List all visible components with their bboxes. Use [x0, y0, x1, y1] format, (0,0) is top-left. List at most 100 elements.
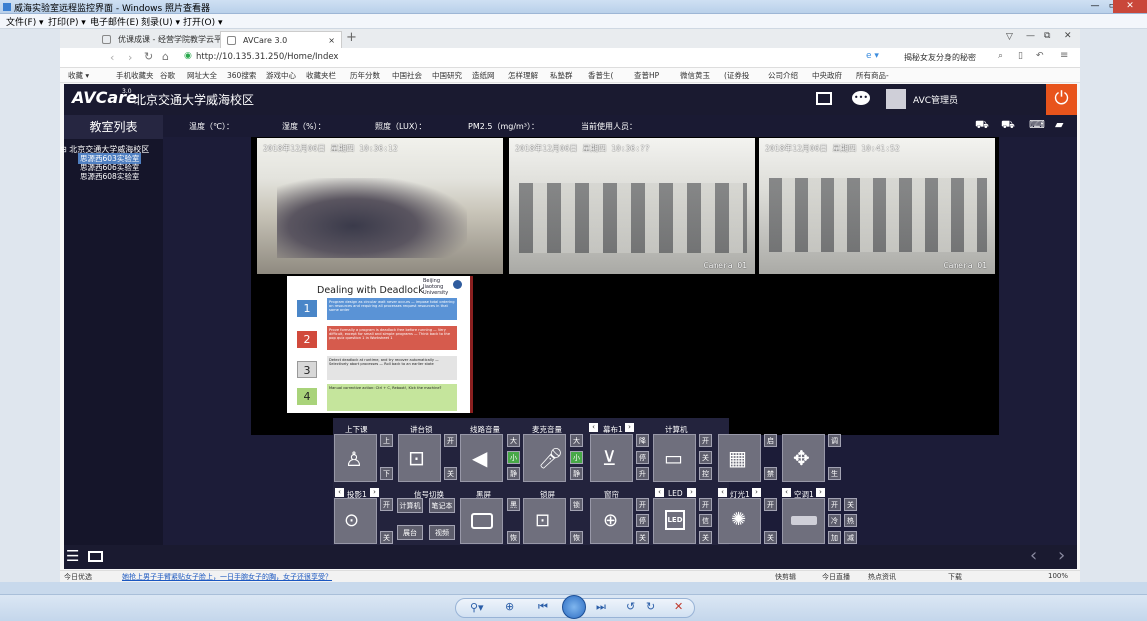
back-icon[interactable]: ‹	[110, 51, 114, 64]
curtain-open-button[interactable]: 开	[636, 498, 649, 511]
projector-off-button[interactable]: 关	[380, 531, 393, 544]
disable-button[interactable]: 禁	[764, 467, 777, 480]
bookmark[interactable]: 造纸网	[472, 70, 495, 81]
ac-heat-button[interactable]: 热	[844, 514, 857, 527]
line-volume-tile[interactable]: ◀	[460, 434, 503, 482]
search-box[interactable]: 揭秘女友分身的秘密	[900, 51, 1010, 65]
projector-icon[interactable]: ▰	[1055, 118, 1063, 131]
forward-icon[interactable]: ›	[128, 51, 132, 64]
menu-icon[interactable]: ≡	[1060, 50, 1068, 61]
access-control-tile[interactable]: ▦	[718, 434, 761, 482]
status-hot-news[interactable]: 热点资讯	[868, 572, 896, 582]
prev-projector-arrow[interactable]: ‹	[335, 488, 344, 497]
menu-icon[interactable]: ☰	[66, 547, 79, 565]
line-volume-down-button[interactable]: 小	[507, 451, 520, 464]
class-end-button[interactable]: 下	[380, 467, 393, 480]
bookmark[interactable]: 网址大全	[187, 70, 217, 81]
tree-room-608[interactable]: 思源西608实验室	[78, 171, 141, 182]
line-mute-button[interactable]: 静	[507, 467, 520, 480]
bookmark[interactable]: 谷歌	[160, 70, 175, 81]
menu-file[interactable]: 文件(F) ▾	[6, 15, 44, 28]
window-restore-icon[interactable]: ⧉	[1044, 31, 1050, 41]
camera-switch-icon[interactable]: ⛟	[975, 118, 989, 133]
light-tile[interactable]: ✺	[718, 498, 761, 544]
fullscreen-icon[interactable]	[816, 92, 832, 105]
bookmark[interactable]: 公司介绍	[768, 70, 798, 81]
led-on-button[interactable]: 开	[699, 498, 712, 511]
mic-mute-button[interactable]: 静	[570, 467, 583, 480]
ptz-tile[interactable]: ✥	[782, 434, 825, 482]
bookmark[interactable]: 收藏夹栏	[306, 70, 336, 81]
tab-youke[interactable]: 优课成课 - 经营学院教学云平台	[96, 31, 230, 48]
bookmark[interactable]: 香普生(	[588, 70, 613, 81]
close-tab-icon[interactable]: ×	[328, 32, 335, 49]
air-conditioner-tile[interactable]	[782, 498, 825, 544]
curtain-close-button[interactable]: 关	[636, 531, 649, 544]
ac-off-button[interactable]: 关	[844, 498, 857, 511]
menu-email[interactable]: 电子邮件(E)	[90, 15, 139, 28]
black-screen-button[interactable]: 黑	[507, 498, 520, 511]
screen-tile[interactable]: ⊻	[590, 434, 633, 482]
screen-stop-button[interactable]: 停	[636, 451, 649, 464]
rotate-ccw-icon[interactable]: ↺	[626, 600, 635, 613]
prev-light-arrow[interactable]: ‹	[718, 488, 727, 497]
led-tile[interactable]: LED	[653, 498, 696, 544]
prev-ac-arrow[interactable]: ‹	[782, 488, 791, 497]
ac-on-button[interactable]: 开	[828, 498, 841, 511]
next-page-arrow[interactable]: ›	[1058, 545, 1065, 566]
signal-video-button[interactable]: 视频	[429, 525, 455, 540]
lock-screen-restore-button[interactable]: 恢	[570, 531, 583, 544]
phone-icon[interactable]: ▯	[1018, 51, 1023, 61]
bookmark[interactable]: 收藏 ▾	[68, 70, 89, 81]
status-live[interactable]: 今日直播	[822, 572, 850, 582]
mic-volume-down-button[interactable]: 小	[570, 451, 583, 464]
bookmark[interactable]: 360搜索	[227, 70, 256, 81]
mic-volume-tile[interactable]: 🎤︎	[523, 434, 566, 482]
screen-raise-button[interactable]: 升	[636, 467, 649, 480]
ac-increase-button[interactable]: 加	[828, 531, 841, 544]
lock-screen-tile[interactable]: ⊡	[523, 498, 566, 544]
ac-decrease-button[interactable]: 减	[844, 531, 857, 544]
bookmark[interactable]: 私塾群	[550, 70, 573, 81]
bookmark[interactable]: 中国研究	[432, 70, 462, 81]
bookmark[interactable]: 查普HP	[634, 70, 659, 81]
bookmark[interactable]: 手机收藏夹	[116, 70, 154, 81]
computer-on-button[interactable]: 开	[699, 434, 712, 447]
black-screen-tile[interactable]	[460, 498, 503, 544]
led-message-button[interactable]: 信	[699, 514, 712, 527]
next-screen-arrow[interactable]: ›	[625, 423, 634, 432]
adjust-button[interactable]: 调	[828, 434, 841, 447]
rotate-cw-icon[interactable]: ↻	[646, 600, 655, 613]
ac-cool-button[interactable]: 冷	[828, 514, 841, 527]
light-on-button[interactable]: 开	[764, 498, 777, 511]
device-list-icon[interactable]	[88, 551, 103, 562]
zoom-icon[interactable]: ⚲▾	[470, 601, 484, 614]
presentation-view[interactable]: Dealing with Deadlock Beijing Jiaotong U…	[287, 276, 473, 413]
projector-tile[interactable]: ⊙	[334, 498, 377, 544]
class-control-tile[interactable]: ♙	[334, 434, 377, 482]
enable-button[interactable]: 启	[764, 434, 777, 447]
tab-menu-icon[interactable]: ▽	[1006, 32, 1013, 42]
signal-visualizer-button[interactable]: 展台	[397, 525, 423, 540]
camera-switch-icon[interactable]: ⛟	[1001, 118, 1015, 133]
status-zoom[interactable]: 100%	[1048, 572, 1068, 580]
next-projector-arrow[interactable]: ›	[370, 488, 379, 497]
computer-off-button[interactable]: 关	[699, 451, 712, 464]
status-news-link[interactable]: 她抢上男子手臂紧贴女子脸上，一日手腕女子的胸，女子还很享受？	[122, 572, 332, 582]
prev-led-arrow[interactable]: ‹	[655, 488, 664, 497]
generate-button[interactable]: 生	[828, 467, 841, 480]
camera-view-1[interactable]: 2018年12月06日 星期四 10:36:12	[256, 137, 504, 275]
podium-lock-button[interactable]: 关	[444, 467, 457, 480]
status-quick-clip[interactable]: 快剪辑	[775, 572, 796, 582]
computer-icon[interactable]: ⌨	[1029, 118, 1045, 131]
screen-lower-button[interactable]: 降	[636, 434, 649, 447]
next-ac-arrow[interactable]: ›	[816, 488, 825, 497]
close-button[interactable]: ✕	[1113, 0, 1147, 13]
refresh-icon[interactable]: ↻	[144, 50, 153, 63]
curtain-stop-button[interactable]: 停	[636, 514, 649, 527]
bookmark[interactable]: (证券投	[724, 70, 749, 81]
camera-view-2[interactable]: 2018年12月06日 星期四 10:36:?? Camera 01	[508, 137, 756, 275]
signal-laptop-button[interactable]: 笔记本	[429, 498, 455, 513]
tab-avcare[interactable]: AVCare 3.0 ×	[220, 31, 342, 48]
light-off-button[interactable]: 关	[764, 531, 777, 544]
